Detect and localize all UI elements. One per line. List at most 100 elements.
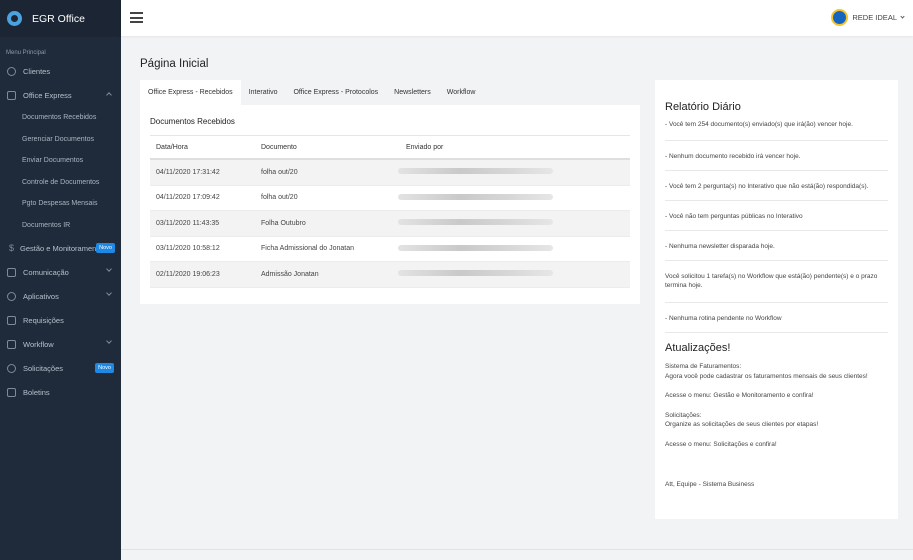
chevron-down-icon xyxy=(106,266,112,272)
dollar-icon: $ xyxy=(8,242,14,253)
topbar: REDE IDEAL xyxy=(121,0,913,36)
update-text: Acesse o menu: Gestão e Monitoramento e … xyxy=(665,392,814,399)
sidebar-item-comunicacao[interactable]: Comunicação xyxy=(0,260,121,284)
user-menu[interactable]: REDE IDEAL xyxy=(831,9,905,26)
table-row[interactable]: 02/11/2020 19:06:23 Admissão Jonatan xyxy=(150,262,630,288)
menu-icon[interactable] xyxy=(130,12,143,23)
report-title: Relatório Diário xyxy=(665,101,741,113)
sidebar-item-label: Aplicativos xyxy=(23,291,59,301)
list-icon xyxy=(7,339,16,349)
sidebar-item-workflow[interactable]: Workflow xyxy=(0,332,121,356)
redacted-sender xyxy=(398,244,553,251)
report-line: - Você não tem perguntas públicas no Int… xyxy=(665,201,888,231)
report-line: - Nenhum documento recebido irá vencer h… xyxy=(665,141,888,171)
card-title: Documentos Recebidos xyxy=(150,117,235,126)
sidebar-item-office-express[interactable]: Office Express xyxy=(0,83,121,107)
cell-document: folha out/20 xyxy=(261,194,298,202)
footer-divider xyxy=(121,549,913,550)
chevron-down-icon xyxy=(106,290,112,296)
chevron-down-icon xyxy=(900,14,905,19)
table-row[interactable]: 04/11/2020 17:31:42 folha out/20 xyxy=(150,160,630,186)
sidebar-item-label: Requisições xyxy=(23,315,64,325)
sidebar-item-label: Solicitações xyxy=(23,363,64,373)
logo-icon xyxy=(7,11,22,26)
received-documents-card: Documentos Recebidos Data/Hora Documento… xyxy=(140,105,640,304)
brand[interactable]: EGR Office xyxy=(0,0,121,37)
document-icon xyxy=(7,90,16,100)
sidebar-item-solicitacoes[interactable]: Solicitações Novo xyxy=(0,356,121,380)
redacted-sender xyxy=(398,270,553,277)
update-text: Organize as solicitações de seus cliente… xyxy=(665,421,819,428)
cell-document: Ficha Admissional do Jonatan xyxy=(261,245,354,253)
table-row[interactable]: 04/11/2020 17:09:42 folha out/20 xyxy=(150,186,630,211)
avatar xyxy=(831,9,849,26)
tab-newsletters[interactable]: Newsletters xyxy=(386,80,439,105)
user-name: REDE IDEAL xyxy=(852,13,897,22)
user-icon xyxy=(7,66,16,76)
sidebar-subitem-controle-documentos[interactable]: Controle de Documentos xyxy=(0,172,121,194)
column-header-date[interactable]: Data/Hora xyxy=(150,144,261,151)
tab-office-express-protocolos[interactable]: Office Express - Protocolos xyxy=(285,80,386,105)
new-badge: Novo xyxy=(96,243,115,253)
updates-body: Sistema de Faturamentos: Agora você pode… xyxy=(665,362,890,490)
table-row[interactable]: 03/11/2020 10:58:12 Ficha Admissional do… xyxy=(150,237,630,262)
chevron-up-icon xyxy=(106,92,112,98)
sidebar-item-requisicoes[interactable]: Requisições xyxy=(0,308,121,332)
daily-report-card: Relatório Diário - Você tem 254 document… xyxy=(655,80,898,519)
update-heading: Solicitações: xyxy=(665,411,702,419)
update-text: Agora você pode cadastrar os faturamento… xyxy=(665,372,868,380)
tab-workflow[interactable]: Workflow xyxy=(439,80,484,105)
sidebar-item-label: Comunicação xyxy=(23,267,69,277)
sidebar-subitem-documentos-ir[interactable]: Documentos IR xyxy=(0,215,121,237)
update-text: Acesse o menu: Solicitações e confira! xyxy=(665,440,777,448)
report-list: - Você tem 254 documento(s) enviado(s) q… xyxy=(665,120,888,333)
file-icon xyxy=(7,315,16,325)
cell-sender xyxy=(398,270,630,278)
sidebar-subitem-documentos-recebidos[interactable]: Documentos Recebidos xyxy=(0,107,121,129)
report-line: - Nenhuma rotina pendente no Workflow xyxy=(665,303,888,333)
cell-date: 04/11/2020 17:31:42 xyxy=(156,168,220,176)
sidebar-subitem-gerenciar-documentos[interactable]: Gerenciar Documentos xyxy=(0,129,121,151)
chevron-down-icon xyxy=(106,338,112,344)
tab-bar: Office Express - Recebidos Interativo Of… xyxy=(140,80,640,105)
redacted-sender xyxy=(398,168,553,175)
sidebar-item-label: Workflow xyxy=(23,339,54,349)
sidebar-item-label: Boletins xyxy=(23,387,50,397)
redacted-sender xyxy=(398,193,553,200)
menu-header: Menu Principal xyxy=(6,50,46,56)
sidebar-subitem-enviar-documentos[interactable]: Enviar Documentos xyxy=(0,150,121,172)
cell-sender xyxy=(398,168,630,176)
clipboard-icon xyxy=(7,387,16,397)
brand-name: EGR Office xyxy=(32,12,85,25)
tab-interativo[interactable]: Interativo xyxy=(241,80,286,105)
cell-document: folha out/20 xyxy=(261,168,298,176)
cell-date: 02/11/2020 19:06:23 xyxy=(156,270,220,278)
sidebar-item-boletins[interactable]: Boletins xyxy=(0,380,121,404)
cell-sender xyxy=(398,244,630,253)
report-line: - Você tem 254 documento(s) enviado(s) q… xyxy=(665,120,888,141)
cell-date: 03/11/2020 10:58:12 xyxy=(156,245,220,253)
table-row[interactable]: 03/11/2020 11:43:35 Folha Outubro xyxy=(150,211,630,237)
layers-icon xyxy=(7,363,16,373)
cell-document: Admissão Jonatan xyxy=(261,270,319,278)
sidebar-item-aplicativos[interactable]: Aplicativos xyxy=(0,284,121,308)
sidebar-item-clientes[interactable]: Clientes xyxy=(0,59,121,83)
cell-sender xyxy=(398,219,630,227)
updates-title: Atualizações! xyxy=(665,342,731,354)
cell-sender xyxy=(398,193,630,202)
table-header: Data/Hora Documento Enviado por xyxy=(150,135,630,160)
page-title: Página Inicial xyxy=(140,58,209,70)
report-line: Você solicitou 1 tarefa(s) no Workflow q… xyxy=(665,261,888,303)
cell-date: 03/11/2020 11:43:35 xyxy=(156,219,220,227)
new-badge: Novo xyxy=(95,363,114,373)
cell-document: Folha Outubro xyxy=(261,219,306,227)
column-header-sender[interactable]: Enviado por xyxy=(406,144,630,151)
sidebar-subitem-pgto-despesas[interactable]: Pgto Despesas Mensais xyxy=(0,193,121,215)
cell-date: 04/11/2020 17:09:42 xyxy=(156,194,220,202)
chat-icon xyxy=(7,267,16,277)
tab-office-express-recebidos[interactable]: Office Express - Recebidos xyxy=(140,80,241,105)
sidebar-item-gestao[interactable]: $ Gestão e Monitoramento Novo xyxy=(0,236,121,260)
column-header-document[interactable]: Documento xyxy=(261,144,406,151)
report-line: - Você tem 2 pergunta(s) no Interativo q… xyxy=(665,171,888,201)
update-heading: Sistema de Faturamentos: xyxy=(665,363,742,370)
